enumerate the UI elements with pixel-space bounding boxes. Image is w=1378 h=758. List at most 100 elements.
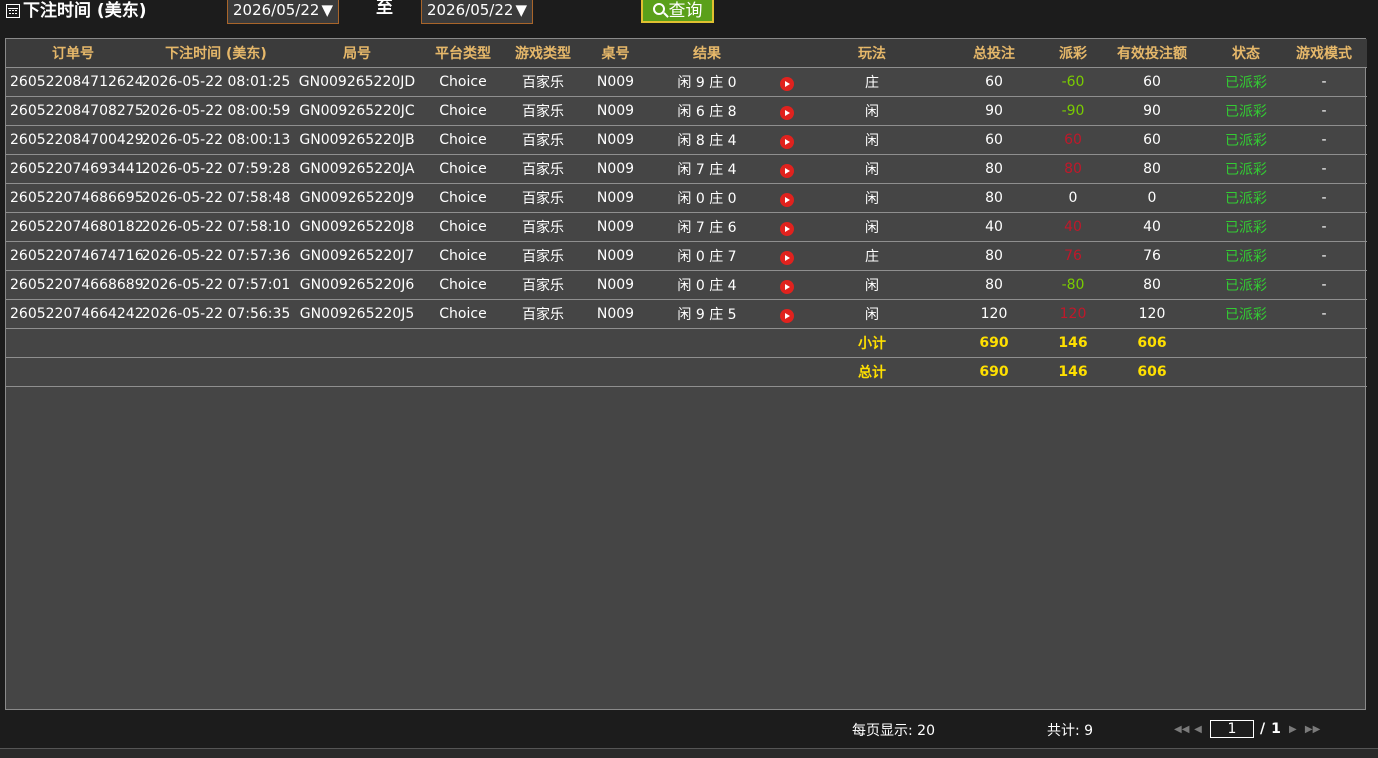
- result-cell: 闲 9 庄 5: [649, 299, 765, 329]
- result-cell: 闲 0 庄 0: [649, 183, 765, 213]
- order-no-cell: 260522074680182: [6, 212, 144, 242]
- bet-time-cell: 2026-05-22 07:57:36: [140, 241, 292, 271]
- prev-page-icon[interactable]: ◀: [1192, 724, 1204, 735]
- subtotal-payout: 146: [1053, 328, 1093, 358]
- total-bet: 690: [935, 357, 1053, 387]
- table-header-row: 订单号 下注时间 (美东) 局号 平台类型 游戏类型 桌号 结果 玩法 总投注 …: [6, 39, 1367, 68]
- total-valid-bet: 606: [1093, 357, 1211, 387]
- payout-cell: 76: [1053, 241, 1093, 271]
- table-row: 260522074680182 2026-05-22 07:58:10 GN00…: [6, 212, 1367, 242]
- game-type-cell: 百家乐: [504, 125, 582, 155]
- header-play-type: 玩法: [809, 39, 935, 68]
- play-icon[interactable]: [780, 251, 794, 265]
- table-row: 260522084700429 2026-05-22 08:00:13 GN00…: [6, 125, 1367, 155]
- total-bet-cell: 80: [935, 183, 1053, 213]
- round-no-cell: GN009265220J9: [292, 183, 422, 213]
- video-cell: [765, 270, 809, 300]
- table-no-cell: N009: [582, 299, 649, 329]
- game-mode-cell: -: [1281, 125, 1367, 155]
- subtotal-label: 小计: [809, 328, 935, 358]
- bet-time-cell: 2026-05-22 07:56:35: [140, 299, 292, 329]
- triangle-down-icon: ▼: [321, 1, 333, 19]
- payout-cell: 120: [1053, 299, 1093, 329]
- subtotal-bet: 690: [935, 328, 1053, 358]
- order-no-cell: 260522084712624: [6, 67, 144, 97]
- calendar-icon: [6, 4, 20, 18]
- header-status: 状态: [1211, 39, 1281, 68]
- bet-time-cell: 2026-05-22 07:58:48: [140, 183, 292, 213]
- platform-cell: Choice: [422, 299, 504, 329]
- page-number-input[interactable]: 1: [1210, 720, 1254, 738]
- play-type-cell: 闲: [809, 212, 935, 242]
- total-spacer: [6, 357, 809, 387]
- filter-bar: 下注时间 (美东) 2026/05/22 ▼ 至 2026/05/22 ▼ 查询: [0, 0, 1378, 36]
- play-type-cell: 闲: [809, 154, 935, 184]
- status-cell: 已派彩: [1211, 299, 1281, 329]
- total-payout: 146: [1053, 357, 1093, 387]
- play-type-cell: 庄: [809, 67, 935, 97]
- video-cell: [765, 299, 809, 329]
- platform-cell: Choice: [422, 125, 504, 155]
- pager: ◀◀ ◀ 1 / 1 ▶ ▶▶: [1174, 719, 1320, 739]
- table-row: 260522074693441 2026-05-22 07:59:28 GN00…: [6, 154, 1367, 184]
- total-bet-cell: 80: [935, 270, 1053, 300]
- bet-time-cell: 2026-05-22 07:57:01: [140, 270, 292, 300]
- last-page-icon[interactable]: ▶▶: [1305, 724, 1320, 735]
- result-cell: 闲 0 庄 7: [649, 241, 765, 271]
- header-order-no: 订单号: [6, 39, 140, 68]
- total-bet-cell: 120: [935, 299, 1053, 329]
- result-cell: 闲 0 庄 4: [649, 270, 765, 300]
- round-no-cell: GN009265220JB: [292, 125, 422, 155]
- query-button[interactable]: 查询: [641, 0, 714, 23]
- play-icon[interactable]: [780, 193, 794, 207]
- platform-cell: Choice: [422, 154, 504, 184]
- header-result: 结果: [649, 39, 765, 68]
- first-page-icon[interactable]: ◀◀: [1174, 724, 1189, 735]
- bet-records-table-container: 订单号 下注时间 (美东) 局号 平台类型 游戏类型 桌号 结果 玩法 总投注 …: [5, 38, 1367, 710]
- table-no-cell: N009: [582, 96, 649, 126]
- table-no-cell: N009: [582, 125, 649, 155]
- total-bet-cell: 60: [935, 125, 1053, 155]
- play-icon[interactable]: [780, 309, 794, 323]
- video-cell: [765, 67, 809, 97]
- game-mode-cell: -: [1281, 212, 1367, 242]
- start-date-select[interactable]: 2026/05/22 ▼: [227, 0, 339, 24]
- next-page-icon[interactable]: ▶: [1287, 724, 1299, 735]
- game-type-cell: 百家乐: [504, 212, 582, 242]
- payout-cell: -90: [1053, 96, 1093, 126]
- valid-bet-cell: 40: [1093, 212, 1211, 242]
- platform-cell: Choice: [422, 67, 504, 97]
- order-no-cell: 260522074674716: [6, 241, 144, 271]
- bet-time-filter-label: 下注时间 (美东): [6, 0, 146, 21]
- table-no-cell: N009: [582, 270, 649, 300]
- table-row: 260522084712624 2026-05-22 08:01:25 GN00…: [6, 67, 1367, 97]
- play-icon[interactable]: [780, 222, 794, 236]
- play-icon[interactable]: [780, 106, 794, 120]
- payout-cell: 40: [1053, 212, 1093, 242]
- end-date-select[interactable]: 2026/05/22 ▼: [421, 0, 533, 24]
- total-bet-cell: 80: [935, 154, 1053, 184]
- platform-cell: Choice: [422, 183, 504, 213]
- order-no-cell: 260522074668689: [6, 270, 144, 300]
- game-mode-cell: -: [1281, 299, 1367, 329]
- table-no-cell: N009: [582, 67, 649, 97]
- valid-bet-cell: 80: [1093, 270, 1211, 300]
- table-row: 260522084708275 2026-05-22 08:00:59 GN00…: [6, 96, 1367, 126]
- play-icon[interactable]: [780, 77, 794, 91]
- platform-cell: Choice: [422, 270, 504, 300]
- play-icon[interactable]: [780, 280, 794, 294]
- round-no-cell: GN009265220JC: [292, 96, 422, 126]
- status-cell: 已派彩: [1211, 67, 1281, 97]
- header-payout: 派彩: [1053, 39, 1093, 68]
- game-mode-cell: -: [1281, 183, 1367, 213]
- play-icon[interactable]: [780, 135, 794, 149]
- play-icon[interactable]: [780, 164, 794, 178]
- play-type-cell: 闲: [809, 183, 935, 213]
- status-cell: 已派彩: [1211, 183, 1281, 213]
- table-row: 260522074668689 2026-05-22 07:57:01 GN00…: [6, 270, 1367, 300]
- payout-cell: 0: [1053, 183, 1093, 213]
- payout-cell: 80: [1053, 154, 1093, 184]
- payout-cell: -80: [1053, 270, 1093, 300]
- total-pages: 1: [1271, 721, 1281, 737]
- triangle-down-icon: ▼: [515, 1, 527, 19]
